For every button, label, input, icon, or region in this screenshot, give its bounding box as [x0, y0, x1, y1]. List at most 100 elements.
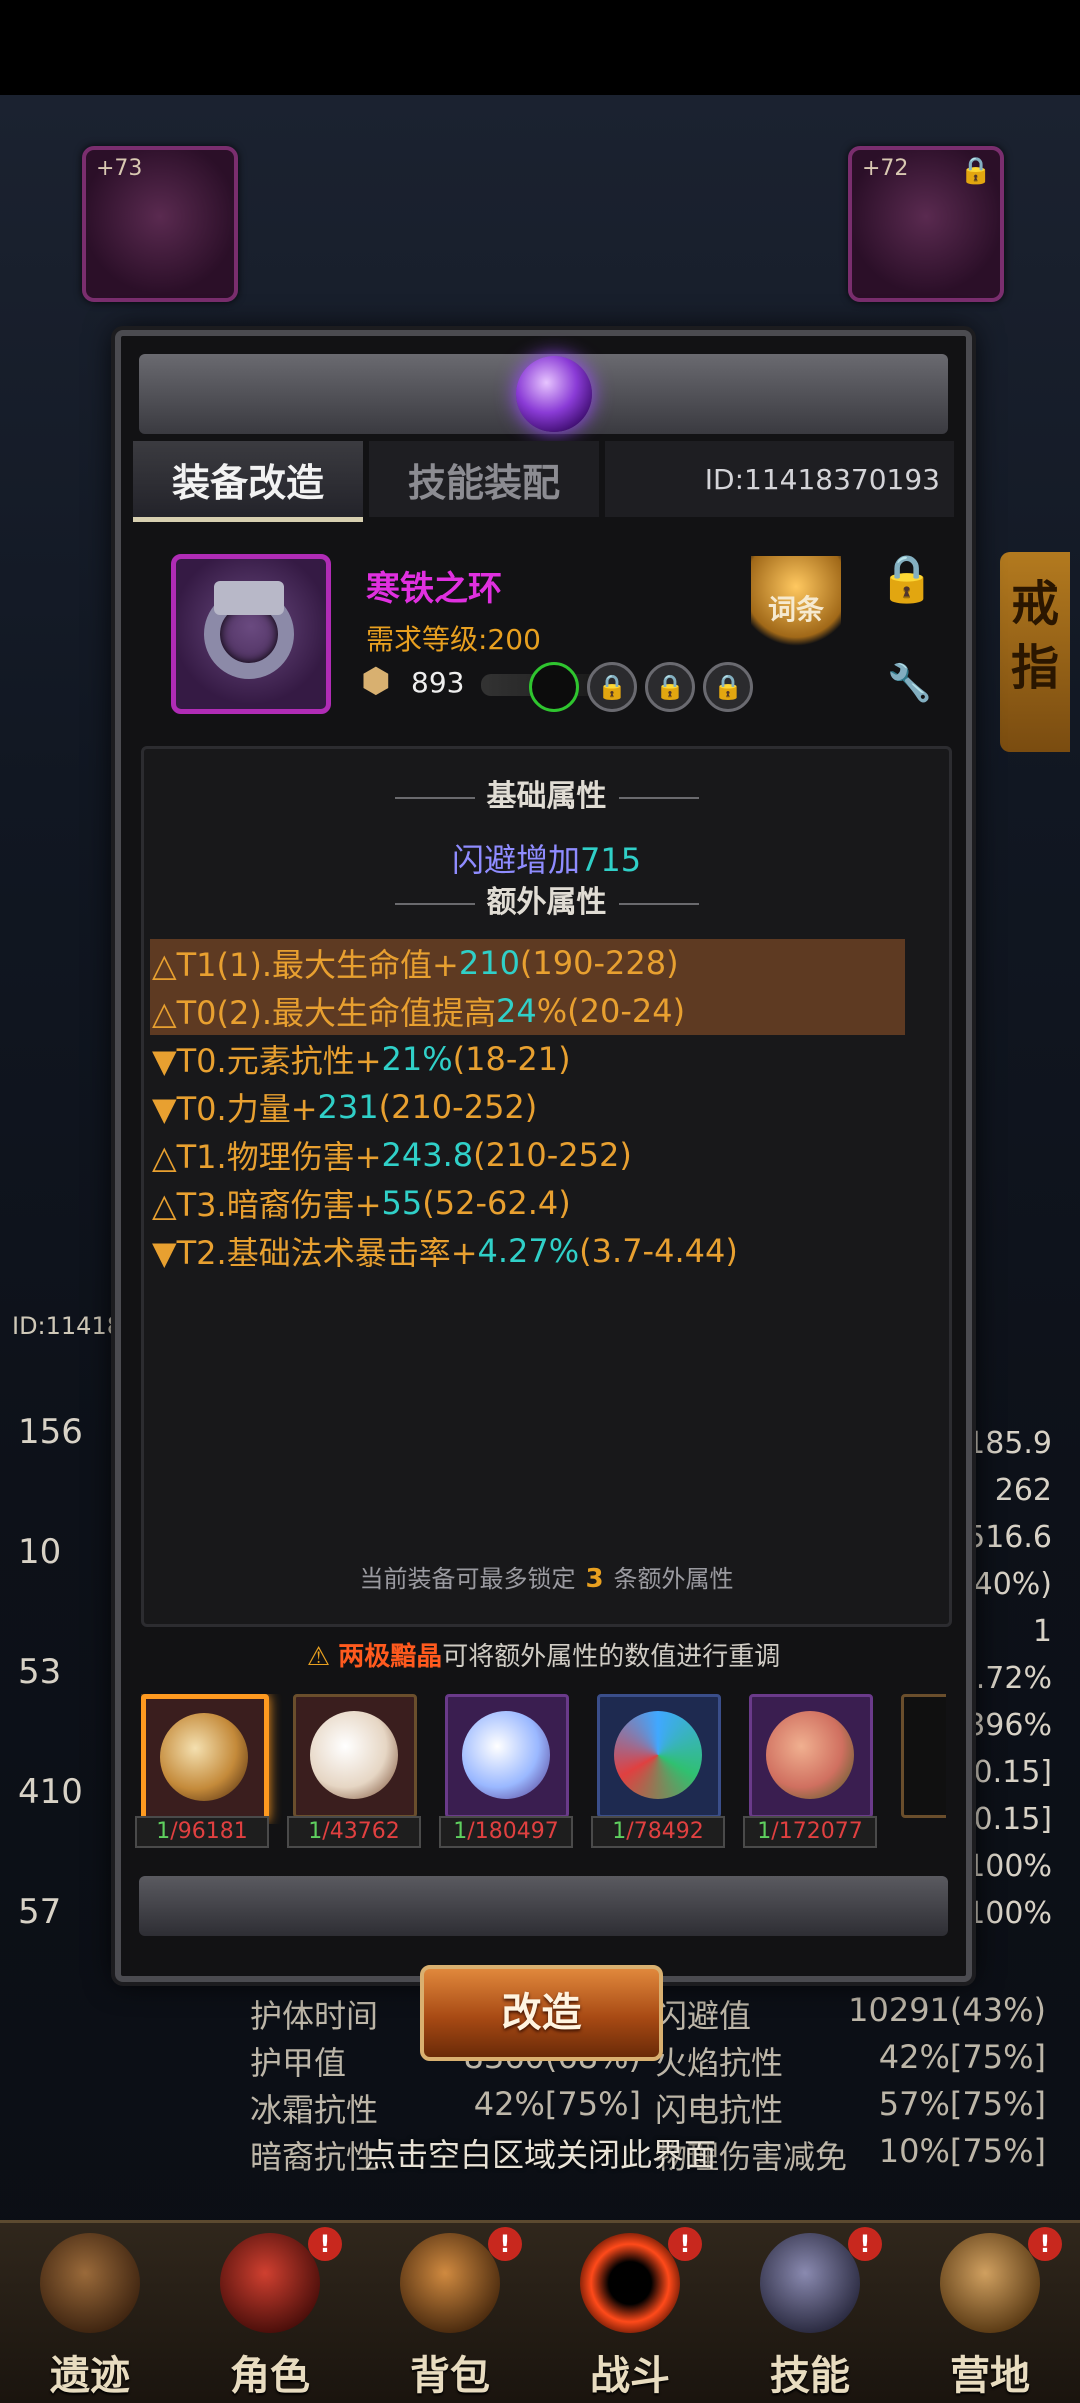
relic-icon — [40, 2233, 140, 2333]
count-total: /43762 — [322, 1819, 400, 1844]
extra-attr-row[interactable]: ▼T0.元素抗性+ 21% (18-21) — [150, 1035, 905, 1083]
base-attr-label: 闪避增加 — [451, 841, 580, 879]
divider — [394, 902, 475, 905]
equipment-forge-dialog: 装备改造 技能装配 ID:11418370193 寒铁之环 需求等级:200 ⬢… — [115, 330, 972, 1982]
attr-value: 4.27% — [477, 1232, 580, 1270]
attr-value: 21% — [381, 1040, 453, 1078]
nav-character[interactable]: ! 角色 — [180, 2223, 360, 2403]
bottom-nav: 遗迹 ! 角色 ! 背包 ! 战斗 ! 技能 ! 营地 — [0, 2220, 1080, 2403]
material-slot[interactable] — [141, 1694, 269, 1822]
bg-stat: 410 — [18, 1772, 83, 1812]
notification-badge: ! — [488, 2227, 522, 2261]
nav-relic[interactable]: 遗迹 — [0, 2223, 180, 2403]
close-hint[interactable]: 点击空白区域关闭此界面 — [0, 2130, 1080, 2176]
socket-locked[interactable]: 🔒 — [645, 662, 695, 712]
stat-value: 10291(43%) — [848, 1990, 1046, 2029]
attr-value: 231 — [317, 1088, 379, 1126]
material-count: 1/43762 — [287, 1816, 421, 1848]
twin-mask-icon — [310, 1711, 398, 1799]
socket-open[interactable] — [529, 662, 579, 712]
side-label-ring[interactable]: 戒 指 — [1000, 552, 1070, 752]
attr-range: (190-228) — [519, 944, 679, 982]
tab-skill-equip[interactable]: 技能装配 — [369, 441, 599, 517]
nav-battle[interactable]: ! 战斗 — [540, 2223, 720, 2403]
chaos-ore-icon — [766, 1711, 854, 1799]
slot-level: +72 — [862, 156, 909, 181]
count-have: 1 — [757, 1819, 772, 1844]
section-title: 基础属性 — [486, 779, 607, 814]
extra-attr-list: △T1(1).最大生命值+ 210 (190-228) △T0(2).最大生命值提高… — [150, 939, 905, 1275]
item-requirement: 需求等级:200 — [366, 623, 541, 656]
entry-button[interactable]: 词条 — [751, 556, 841, 658]
attr-range: (3.7-4.44) — [579, 1232, 738, 1270]
battle-icon — [580, 2233, 680, 2333]
stat-label: 护甲值 — [250, 2043, 347, 2082]
wrench-icon[interactable]: 🔧 — [887, 662, 932, 704]
section-title: 额外属性 — [486, 885, 607, 920]
warning-icon: ⚠ — [306, 1642, 330, 1672]
material-list — [141, 1694, 946, 1824]
material-slot[interactable] — [597, 1694, 721, 1818]
lock-note-count: 3 — [585, 1564, 604, 1594]
nav-label: 遗迹 — [50, 2353, 130, 2399]
attr-prefix: ▼T2.基础法术暴击率+ — [152, 1234, 478, 1272]
stat-value: 57%[75%] — [878, 2084, 1046, 2123]
nav-camp[interactable]: ! 营地 — [900, 2223, 1080, 2403]
material-slot[interactable] — [749, 1694, 873, 1818]
lock-limit-note: 当前装备可最多锁定 3 条额外属性 — [144, 1559, 949, 1594]
stat-value: 42%[75%] — [878, 2037, 1046, 2076]
extra-attr-row[interactable]: ▼T0.力量+ 231 (210-252) — [150, 1083, 905, 1131]
material-hint: ⚠ 两极黯晶可将额外属性的数值进行重调 — [121, 1636, 966, 1673]
count-total: /180497 — [467, 1819, 559, 1844]
stat-label: 闪避值 — [655, 1996, 752, 2035]
lock-icon[interactable]: 🔒 — [878, 551, 935, 606]
divider — [618, 902, 699, 905]
attr-value: 24 — [496, 992, 537, 1030]
character-icon — [220, 2233, 320, 2333]
lock-icon: 🔒 — [959, 156, 992, 186]
prism-ore-icon — [614, 1711, 702, 1799]
bg-stat: 53 — [18, 1652, 62, 1692]
material-slot[interactable] — [293, 1694, 417, 1818]
extra-attr-row[interactable]: △T1(1).最大生命值+ 210 (190-228) — [150, 939, 905, 987]
material-count: 1/172077 — [743, 1816, 877, 1848]
status-bar — [0, 0, 1080, 95]
attribute-panel: 基础属性 闪避增加715 额外属性 △T1(1).最大生命值+ 210 (190-2… — [141, 746, 952, 1627]
slot-level: +73 — [96, 156, 143, 181]
lock-note-text: 当前装备可最多锁定 — [359, 1565, 576, 1593]
attr-range: (210-252) — [378, 1088, 538, 1126]
bg-stat: 57 — [18, 1892, 62, 1932]
count-have: 1 — [156, 1819, 171, 1844]
socket-locked[interactable]: 🔒 — [703, 662, 753, 712]
base-attr: 闪避增加715 — [144, 835, 949, 881]
bg-stat: 156 — [18, 1412, 83, 1452]
item-icon-frame[interactable] — [171, 554, 331, 714]
dialog-header-ornament — [139, 354, 948, 434]
attr-value: 243.8 — [381, 1136, 474, 1174]
material-count: 1/180497 — [439, 1816, 573, 1848]
attr-range: (18-21) — [452, 1040, 571, 1078]
purple-orb-icon — [516, 356, 592, 432]
nav-backpack[interactable]: ! 背包 — [360, 2223, 540, 2403]
extra-attr-row[interactable]: △T0(2).最大生命值提高 24 %(20-24) — [150, 987, 905, 1035]
equip-slot-left-top[interactable]: +73 — [82, 146, 238, 302]
extra-attr-row[interactable]: △T1.物理伤害+ 243.8 (210-252) — [150, 1131, 905, 1179]
material-slot[interactable] — [445, 1694, 569, 1818]
material-count: 1/96181 — [135, 1816, 269, 1848]
stat-label: 火焰抗性 — [655, 2043, 784, 2082]
count-total: /172077 — [771, 1819, 863, 1844]
frost-crystal-icon — [462, 1711, 550, 1799]
material-slot-partial[interactable] — [901, 1694, 946, 1818]
tab-equipment-forge[interactable]: 装备改造 — [133, 441, 363, 522]
extra-attr-row[interactable]: ▼T2.基础法术暴击率+ 4.27% (3.7-4.44) — [150, 1227, 905, 1275]
nav-skill[interactable]: ! 技能 — [720, 2223, 900, 2403]
forge-button[interactable]: 改造 — [420, 1965, 663, 2061]
equip-slot-right-top[interactable]: +72 🔒 — [848, 146, 1004, 302]
attr-prefix: △T0(2).最大生命值提高 — [152, 994, 497, 1032]
notification-badge: ! — [308, 2227, 342, 2261]
socket-locked[interactable]: 🔒 — [587, 662, 637, 712]
material-name: 两极黯晶 — [338, 1642, 443, 1672]
extra-attr-row[interactable]: △T3.暗裔伤害+ 55 (52-62.4) — [150, 1179, 905, 1227]
attr-range: %(20-24) — [536, 992, 686, 1030]
count-have: 1 — [308, 1819, 323, 1844]
